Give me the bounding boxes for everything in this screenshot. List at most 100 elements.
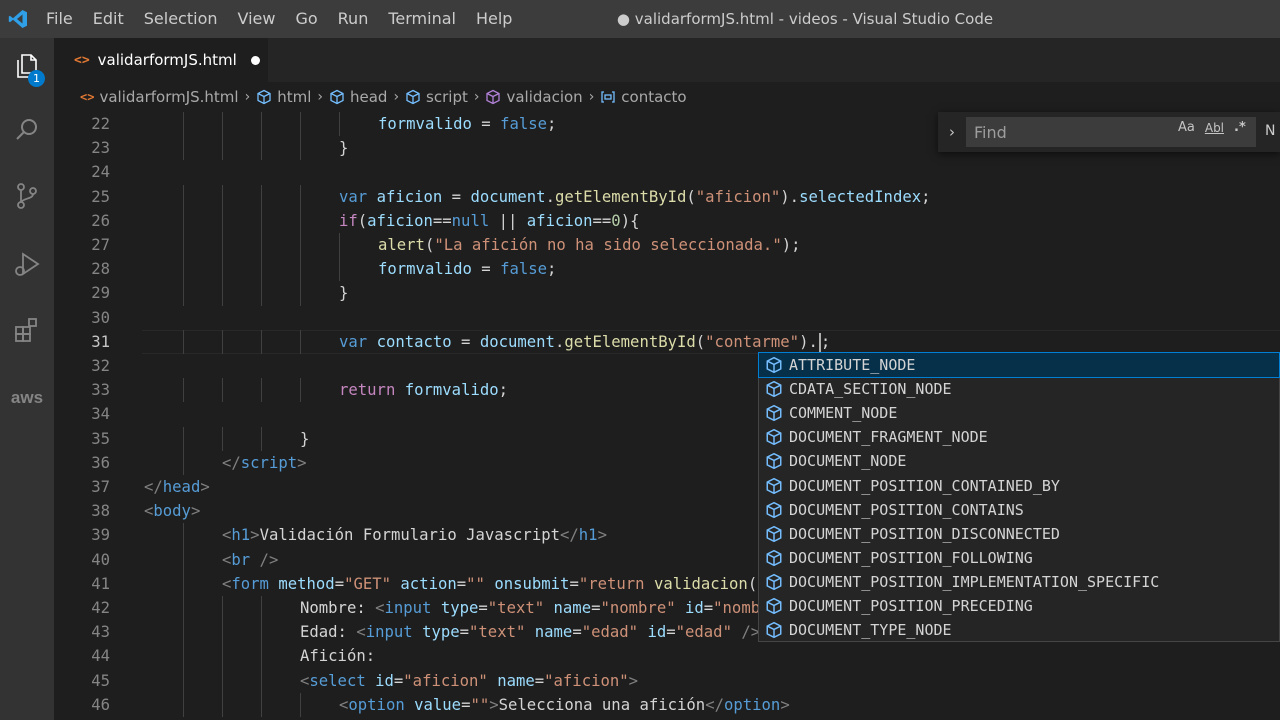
indent-guide [222,112,223,137]
code-token: "text" [487,599,545,617]
indent-guide [339,112,340,137]
element-icon [256,89,272,105]
menu-view[interactable]: View [228,0,286,38]
match-whole-word-button[interactable]: Abl [1205,121,1224,135]
code-token: selectedIndex [799,187,922,206]
code-text: } [300,427,309,451]
menu-edit[interactable]: Edit [83,0,134,38]
element-icon [405,89,421,105]
method-icon [485,89,501,105]
code-token: ){ [620,211,640,230]
suggest-item-label: COMMENT_NODE [789,404,898,423]
indent-guide [261,208,262,233]
chevron-right-icon[interactable]: › [938,123,966,141]
code-token: var [339,187,368,206]
code-token: ; [498,381,509,400]
run-debug-button[interactable] [0,236,54,296]
menu-file[interactable]: File [36,0,83,38]
line-number: 36 [91,453,110,472]
indent-guide [183,644,184,669]
code-token: id [647,623,667,642]
code-text: var contacto = document.getElementById("… [339,330,830,354]
suggest-item[interactable]: DOCUMENT_POSITION_CONTAINED_BY [759,474,1279,498]
code-token: "" [470,695,490,714]
code-token: = [442,187,471,206]
indent-guide [183,620,184,645]
unsaved-dot-icon[interactable] [250,55,260,65]
line-number: 41 [91,574,110,593]
indent-guide [183,233,184,258]
code-token: ; [820,332,831,351]
breadcrumb: <> validarformJS.html › html › head › script ›… [54,82,1280,112]
source-control-button[interactable] [0,168,54,228]
line-number: 46 [91,695,110,714]
indent-guide [183,257,184,282]
breadcrumb-item-label: script [426,88,468,106]
code-token: > [297,453,307,472]
explorer-button[interactable]: 1 [0,38,54,98]
code-token: "GET" [344,574,392,593]
suggest-item[interactable]: DOCUMENT_POSITION_DISCONNECTED [759,522,1279,546]
suggest-item[interactable]: DOCUMENT_FRAGMENT_NODE [759,425,1279,449]
suggest-item-label: ATTRIBUTE_NODE [789,356,916,374]
code-line: 28 formvalido = false; [54,257,1280,282]
suggest-item[interactable]: DOCUMENT_NODE [759,449,1279,473]
code-token: < [356,623,366,642]
breadcrumb-item-label: head [349,88,388,106]
suggest-item[interactable]: DOCUMENT_POSITION_IMPLEMENTATION_SPECIFI… [759,570,1279,594]
code-token: ). [780,187,800,206]
indent-guide [261,644,262,669]
code-token: = [478,599,488,617]
suggest-item[interactable]: DOCUMENT_TYPE_NODE [759,618,1279,642]
code-token: formvalido [378,260,472,279]
suggest-item[interactable]: DOCUMENT_POSITION_PRECEDING [759,594,1279,618]
code-token: < [144,502,154,521]
menu-terminal[interactable]: Terminal [378,0,466,38]
tab-validarformjs[interactable]: <> validarformJS.html [54,38,268,82]
line-number: 45 [91,671,110,690]
indent-guide [183,378,184,403]
code-text: } [339,136,348,160]
code-token: = [703,599,714,617]
code-token: ( [695,332,706,351]
menu-run[interactable]: Run [328,0,379,38]
indent-guide [222,329,223,354]
suggest-item[interactable]: CDATA_SECTION_NODE [759,377,1279,401]
breadcrumb-file[interactable]: <> validarformJS.html [80,88,239,106]
code-token: getElementById [564,332,696,351]
code-token: </ [222,453,241,472]
code-text: Nombre: <input type="text" name="nombre"… [300,596,816,620]
breadcrumb-item-html[interactable]: html [256,88,311,106]
extensions-button[interactable] [0,302,54,362]
code-token: ; [921,187,931,206]
indent-guide [183,692,184,717]
line-number: 26 [91,211,110,230]
use-regex-button[interactable]: .* [1234,120,1246,135]
code-text: </head> [144,475,210,499]
code-token: </ [705,695,724,714]
aws-button[interactable]: aws [0,368,54,428]
breadcrumb-item-script[interactable]: script [405,88,468,106]
breadcrumb-item-validacion[interactable]: validacion [485,88,583,106]
menu-help[interactable]: Help [466,0,522,38]
suggest-item[interactable]: ATTRIBUTE_NODE [758,351,1280,379]
indent-guide [300,112,301,137]
menu-selection[interactable]: Selection [134,0,228,38]
match-case-button[interactable]: Aa [1178,120,1195,135]
suggest-item[interactable]: COMMENT_NODE [759,401,1279,425]
code-line: 29} [54,281,1280,306]
indent-guide [261,426,262,451]
menu-go[interactable]: Go [285,0,327,38]
code-token: = [534,671,545,690]
suggest-item[interactable]: DOCUMENT_POSITION_FOLLOWING [759,546,1279,570]
breadcrumb-item-contacto[interactable]: contacto [600,88,687,106]
indent-guide [183,329,184,354]
source-control-icon [12,181,42,215]
search-view-button[interactable] [0,102,54,162]
breadcrumb-item-head[interactable]: head [329,88,387,106]
suggest-item[interactable]: DOCUMENT_POSITION_CONTAINS [759,498,1279,522]
code-text: Edad: <input type="text" name="edad" id=… [300,620,807,644]
